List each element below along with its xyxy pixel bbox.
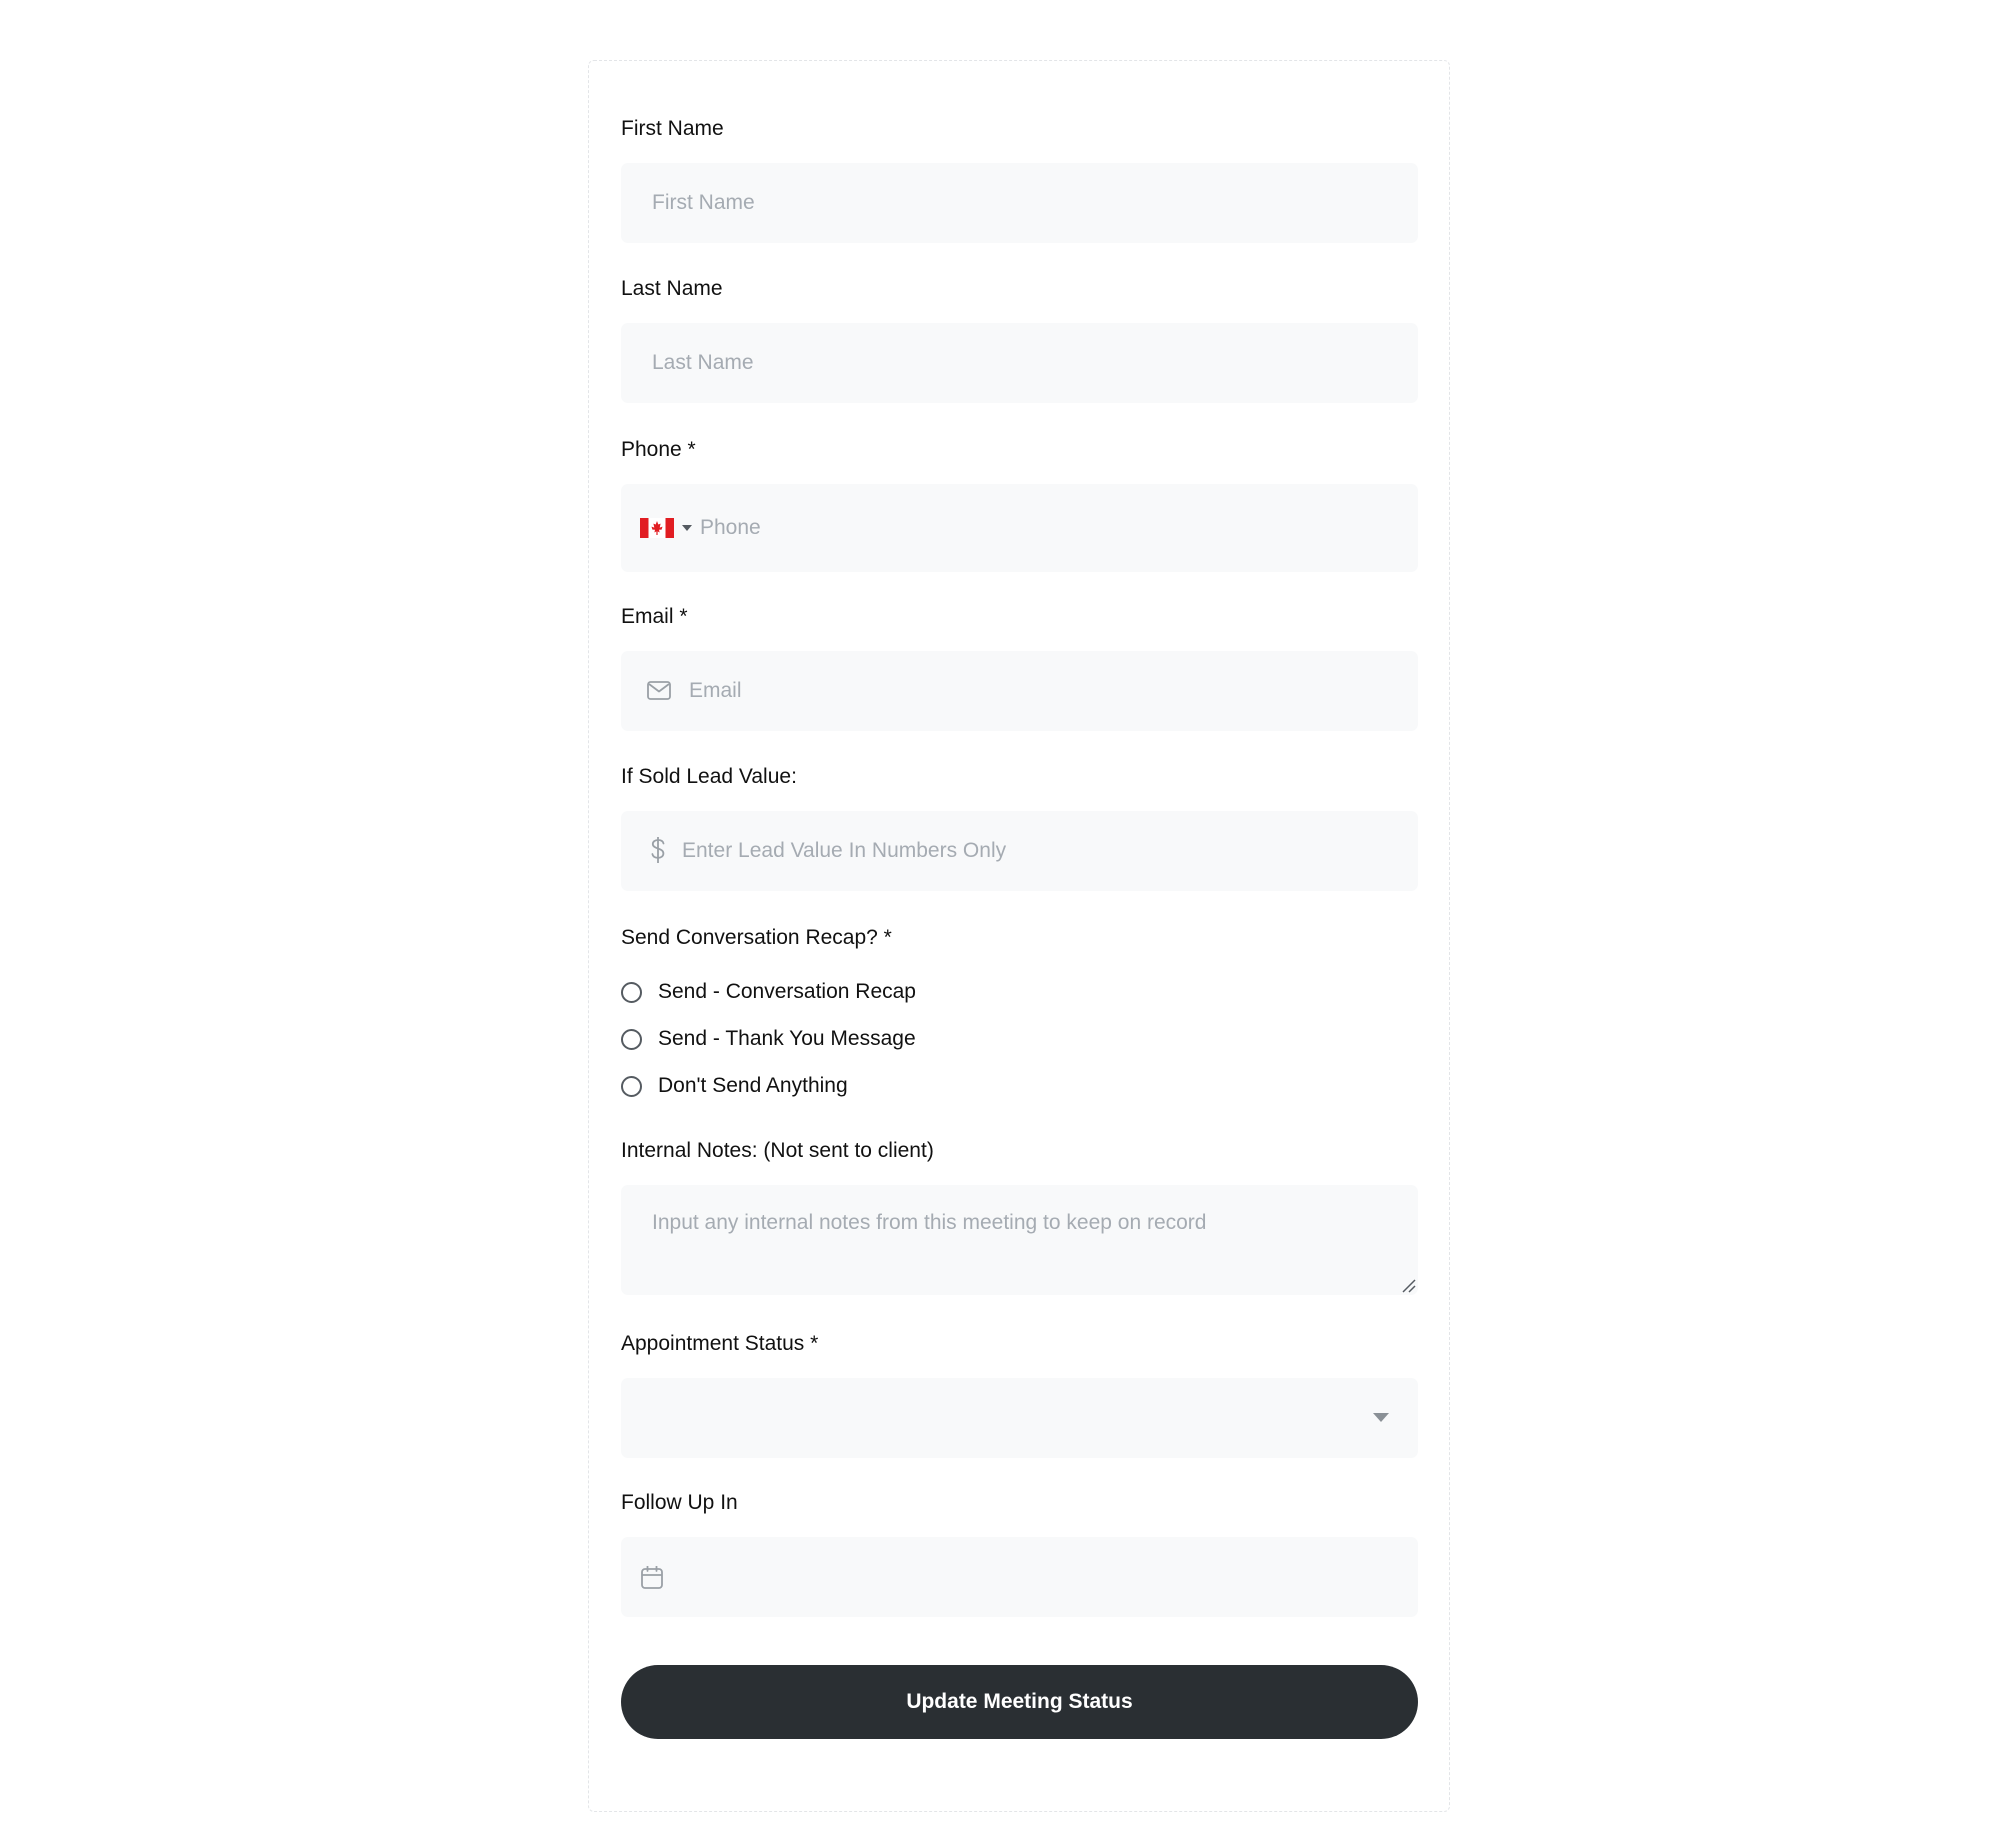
recap-option-label: Send - Thank You Message — [658, 1027, 916, 1050]
phone-label: Phone * — [621, 438, 696, 461]
last-name-input[interactable] — [621, 323, 1418, 403]
chevron-down-icon — [682, 525, 692, 531]
lead-value-label: If Sold Lead Value: — [621, 765, 797, 788]
calendar-icon — [641, 1566, 663, 1589]
recap-option-label: Send - Conversation Recap — [658, 980, 916, 1003]
country-selector[interactable] — [640, 516, 696, 540]
recap-option-label: Don't Send Anything — [658, 1074, 848, 1097]
follow-up-date-input[interactable] — [621, 1537, 1418, 1617]
radio-button[interactable] — [621, 1075, 642, 1097]
lead-value-input[interactable] — [621, 811, 1418, 891]
radio-button[interactable] — [621, 981, 642, 1003]
recap-option-dont-send[interactable]: Don't Send Anything — [621, 1071, 848, 1101]
last-name-label: Last Name — [621, 277, 723, 300]
appointment-status-label: Appointment Status * — [621, 1332, 819, 1355]
recap-option-thank-you[interactable]: Send - Thank You Message — [621, 1024, 916, 1054]
email-input[interactable] — [621, 651, 1418, 731]
internal-notes-label: Internal Notes: (Not sent to client) — [621, 1139, 934, 1162]
internal-notes-textarea[interactable] — [621, 1185, 1418, 1295]
dollar-icon — [651, 837, 665, 863]
recap-label: Send Conversation Recap? * — [621, 926, 892, 949]
recap-option-conversation-recap[interactable]: Send - Conversation Recap — [621, 977, 916, 1007]
resize-handle-icon[interactable] — [1402, 1279, 1416, 1293]
email-label: Email * — [621, 605, 688, 628]
chevron-down-icon — [1373, 1413, 1389, 1422]
update-meeting-status-button[interactable]: Update Meeting Status — [621, 1665, 1418, 1739]
follow-up-label: Follow Up In — [621, 1491, 738, 1514]
phone-input[interactable] — [621, 484, 1418, 572]
first-name-label: First Name — [621, 117, 724, 140]
first-name-input[interactable] — [621, 163, 1418, 243]
radio-button[interactable] — [621, 1028, 642, 1050]
appointment-status-select[interactable] — [621, 1378, 1418, 1458]
envelope-icon — [647, 681, 671, 700]
canada-flag-icon — [640, 518, 674, 538]
